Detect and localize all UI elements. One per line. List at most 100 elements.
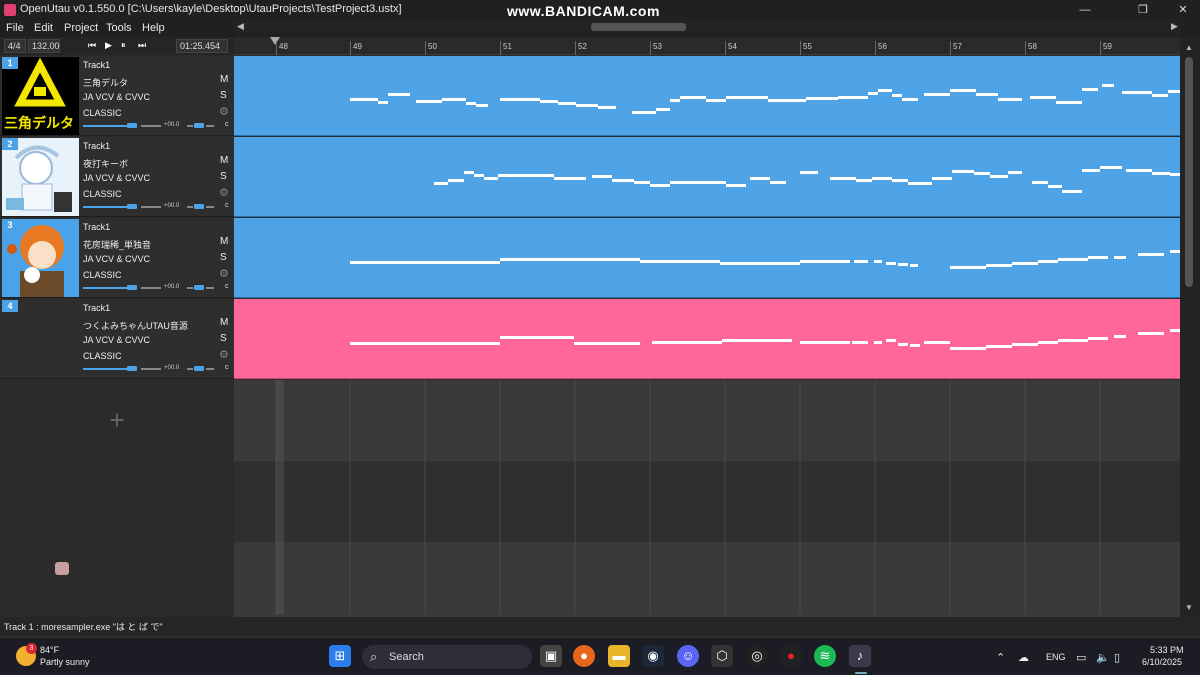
gear-icon[interactable]: ⚙ bbox=[219, 348, 229, 361]
weather-condition[interactable]: Partly sunny bbox=[40, 657, 90, 667]
mute-button[interactable]: M bbox=[220, 155, 228, 166]
battery-icon[interactable]: ▯ bbox=[1114, 651, 1120, 664]
solo-button[interactable]: S bbox=[220, 333, 227, 344]
track-name[interactable]: Track1 bbox=[83, 60, 110, 70]
clock-time[interactable]: 5:33 PM bbox=[1150, 645, 1184, 655]
pan-slider-knob[interactable] bbox=[194, 123, 204, 128]
mute-button[interactable]: M bbox=[220, 236, 228, 247]
track-header-2[interactable]: 2 Track1 夜打キーボ JA VCV & CVVC CLASSIC M S… bbox=[0, 137, 234, 217]
volume-slider-knob[interactable] bbox=[127, 204, 137, 209]
horizontal-scroll-thumb[interactable] bbox=[591, 23, 686, 31]
pan-slider-knob[interactable] bbox=[194, 285, 204, 290]
volume-slider-track[interactable] bbox=[83, 368, 127, 370]
renderer-name[interactable]: CLASSIC bbox=[83, 351, 122, 361]
windows-start-icon[interactable]: ⊞ bbox=[329, 645, 351, 667]
note-preview-track-1 bbox=[350, 84, 1180, 114]
menu-edit[interactable]: Edit bbox=[34, 22, 53, 34]
volume-slider-knob[interactable] bbox=[127, 123, 137, 128]
solo-button[interactable]: S bbox=[220, 171, 227, 182]
weather-temperature[interactable]: 84°F bbox=[40, 645, 59, 655]
phonemizer-name[interactable]: JA VCV & CVVC bbox=[83, 92, 150, 102]
tray-overflow-icon[interactable]: ⌃ bbox=[996, 651, 1005, 664]
desktop-pet-icon[interactable] bbox=[55, 562, 69, 575]
minimize-button[interactable]: — bbox=[1070, 1, 1100, 19]
openutau-window: OpenUtau v0.1.550.0 [C:\Users\kayle\Desk… bbox=[0, 0, 1200, 675]
scroll-right-icon[interactable]: ▶ bbox=[1171, 21, 1178, 32]
seek-end-button[interactable]: ⏭ bbox=[138, 40, 146, 51]
scroll-down-icon[interactable]: ▼ bbox=[1185, 603, 1193, 612]
singer-name[interactable]: 夜打キーボ bbox=[83, 157, 128, 170]
solo-button[interactable]: S bbox=[220, 90, 227, 101]
pause-button[interactable]: ⏸ bbox=[121, 40, 126, 51]
time-signature[interactable]: 4/4 bbox=[4, 39, 26, 53]
gear-icon[interactable]: ⚙ bbox=[219, 105, 229, 118]
voice-part-track-3[interactable] bbox=[234, 218, 1180, 298]
obs-icon[interactable]: ◎ bbox=[746, 645, 768, 667]
gear-icon[interactable]: ⚙ bbox=[219, 186, 229, 199]
pan-slider-knob[interactable] bbox=[194, 204, 204, 209]
volume-slider-track[interactable] bbox=[83, 206, 127, 208]
solo-button[interactable]: S bbox=[220, 252, 227, 263]
renderer-name[interactable]: CLASSIC bbox=[83, 108, 122, 118]
voice-part-track-1[interactable] bbox=[234, 56, 1180, 136]
timeline-ruler[interactable]: 48 49 50 51 52 53 54 55 56 57 58 59 bbox=[234, 37, 1180, 55]
phonemizer-name[interactable]: JA VCV & CVVC bbox=[83, 335, 150, 345]
discord-icon[interactable]: ☺ bbox=[677, 645, 699, 667]
network-icon[interactable]: ▭ bbox=[1076, 651, 1086, 664]
openutau-taskbar-icon[interactable]: ♪ bbox=[849, 645, 871, 667]
phonemizer-name[interactable]: JA VCV & CVVC bbox=[83, 173, 150, 183]
onedrive-icon[interactable]: ☁ bbox=[1018, 651, 1029, 664]
file-explorer-icon[interactable]: ▬ bbox=[608, 645, 630, 667]
track-name[interactable]: Track1 bbox=[83, 303, 110, 313]
singer-name[interactable]: つくよみちゃんUTAU音源 bbox=[83, 319, 188, 332]
play-button[interactable]: ▶ bbox=[105, 40, 112, 51]
gear-icon[interactable]: ⚙ bbox=[219, 267, 229, 280]
mute-button[interactable]: M bbox=[220, 317, 228, 328]
singer-name[interactable]: 花房瑞稀_単独音 bbox=[83, 238, 151, 251]
bandicam-record-icon[interactable]: ● bbox=[780, 645, 802, 667]
scroll-up-icon[interactable]: ▲ bbox=[1185, 43, 1193, 52]
spotify-icon[interactable]: ≋ bbox=[814, 645, 836, 667]
taskbar-search[interactable]: ⌕ Search bbox=[362, 645, 532, 669]
voice-part-track-2[interactable] bbox=[234, 137, 1180, 217]
bar-label-50: 50 bbox=[428, 42, 437, 51]
menu-tools[interactable]: Tools bbox=[106, 22, 132, 34]
volume-icon[interactable]: 🔈 bbox=[1096, 651, 1110, 664]
pan-slider-knob[interactable] bbox=[194, 366, 204, 371]
menu-project[interactable]: Project bbox=[64, 22, 98, 34]
maximize-button[interactable]: ❐ bbox=[1128, 1, 1158, 19]
volume-slider-track[interactable] bbox=[83, 125, 127, 127]
tempo-field[interactable]: 132.00 bbox=[28, 39, 60, 53]
cube-app-icon[interactable]: ⬡ bbox=[711, 645, 733, 667]
singer-name[interactable]: 三角デルタ bbox=[83, 76, 128, 89]
voice-part-track-4[interactable] bbox=[234, 299, 1180, 379]
bar-label-59: 59 bbox=[1103, 42, 1112, 51]
horizontal-scrollbar[interactable]: ◀ ▶ bbox=[234, 20, 1180, 34]
vertical-scrollbar[interactable]: ▲ ▼ bbox=[1180, 37, 1200, 617]
track-header-1[interactable]: 三角デルタ 1 Track1 三角デルタ JA VCV & CVVC CLASS… bbox=[0, 56, 234, 136]
phonemizer-name[interactable]: JA VCV & CVVC bbox=[83, 254, 150, 264]
menu-help[interactable]: Help bbox=[142, 22, 165, 34]
clock-date[interactable]: 6/10/2025 bbox=[1142, 657, 1182, 667]
volume-slider-knob[interactable] bbox=[127, 366, 137, 371]
add-track-button[interactable]: + bbox=[107, 405, 127, 435]
firefox-icon[interactable]: ● bbox=[573, 645, 595, 667]
vertical-scroll-thumb[interactable] bbox=[1185, 57, 1193, 287]
language-indicator[interactable]: ENG bbox=[1046, 652, 1066, 662]
track-header-4[interactable]: 4 Track1 つくよみちゃんUTAU音源 JA VCV & CVVC CLA… bbox=[0, 299, 234, 379]
mute-button[interactable]: M bbox=[220, 74, 228, 85]
renderer-name[interactable]: CLASSIC bbox=[83, 189, 122, 199]
renderer-name[interactable]: CLASSIC bbox=[83, 270, 122, 280]
close-button[interactable]: ✕ bbox=[1168, 1, 1198, 19]
volume-slider-track[interactable] bbox=[83, 287, 127, 289]
empty-track-area[interactable] bbox=[234, 380, 1180, 623]
track-header-3[interactable]: 3 Track1 花房瑞稀_単独音 JA VCV & CVVC CLASSIC … bbox=[0, 218, 234, 298]
scroll-left-icon[interactable]: ◀ bbox=[237, 21, 244, 32]
track-name[interactable]: Track1 bbox=[83, 222, 110, 232]
steam-icon[interactable]: ◉ bbox=[642, 645, 664, 667]
volume-slider-knob[interactable] bbox=[127, 285, 137, 290]
task-view-icon[interactable]: ▣ bbox=[540, 645, 562, 667]
seek-start-button[interactable]: ⏮ bbox=[88, 40, 96, 51]
menu-file[interactable]: File bbox=[6, 22, 24, 34]
track-name[interactable]: Track1 bbox=[83, 141, 110, 151]
